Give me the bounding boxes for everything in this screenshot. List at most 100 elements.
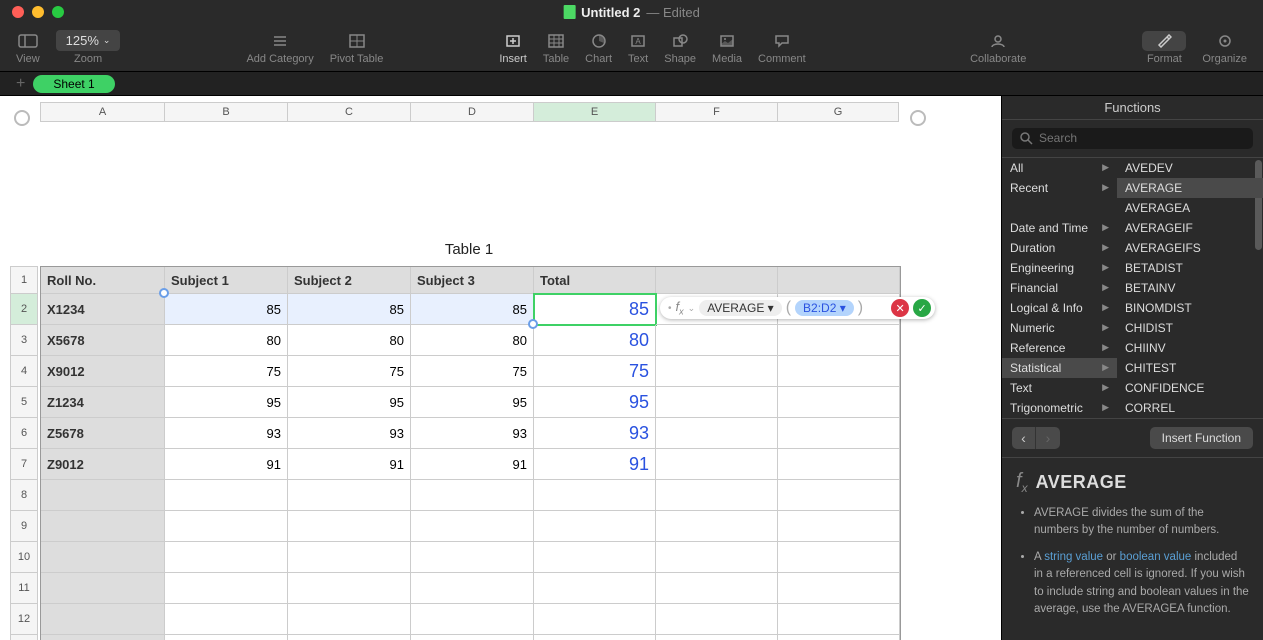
cell[interactable] [534,511,656,542]
add-category-button[interactable]: Add Category [238,29,321,67]
selection-handle-start[interactable] [159,288,169,298]
cell[interactable] [656,604,778,635]
function-item[interactable]: AVERAGEIF [1117,218,1263,238]
row-header-9[interactable]: 9 [10,510,38,541]
cell[interactable] [778,356,900,387]
cell[interactable]: 75 [534,356,656,387]
cell[interactable]: 85 [165,294,288,325]
string-value-link[interactable]: string value [1044,551,1103,563]
category-item[interactable] [1002,198,1117,218]
formula-confirm-button[interactable]: ✓ [913,299,931,317]
dropdown-icon[interactable]: ⌄ [688,303,696,314]
cell[interactable] [656,635,778,640]
cell[interactable] [288,480,411,511]
add-sheet-button[interactable]: + [8,75,33,93]
cell[interactable] [165,480,288,511]
cell[interactable] [411,511,534,542]
category-item[interactable]: Date and Time▶ [1002,218,1117,238]
cell[interactable] [778,573,900,604]
function-item[interactable]: AVERAGEA [1117,198,1263,218]
cell[interactable] [534,604,656,635]
cell[interactable]: 93 [411,418,534,449]
close-window-button[interactable] [12,6,24,18]
cell[interactable] [778,418,900,449]
cell[interactable]: X9012 [41,356,165,387]
row-header-13[interactable]: 13 [10,634,38,640]
sheet-tab[interactable]: Sheet 1 [33,75,114,93]
category-item[interactable]: Text▶ [1002,378,1117,398]
cell[interactable] [656,449,778,480]
cell[interactable] [411,542,534,573]
cell[interactable] [656,573,778,604]
cell[interactable] [778,635,900,640]
insert-function-button[interactable]: Insert Function [1150,427,1253,449]
table-add-column-handle[interactable] [910,110,926,126]
function-item[interactable]: BINOMDIST [1117,298,1263,318]
header-cell[interactable] [778,267,900,294]
cell[interactable]: X1234 [41,294,165,325]
cell[interactable]: 91 [165,449,288,480]
function-search-input[interactable] [1039,131,1245,145]
cell[interactable]: Z9012 [41,449,165,480]
row-header-2[interactable]: 2 [10,293,38,324]
column-header-b[interactable]: B [164,102,287,122]
comment-button[interactable]: Comment [750,29,814,67]
cell[interactable] [165,511,288,542]
cell[interactable] [165,542,288,573]
cell[interactable] [411,573,534,604]
formula-function-token[interactable]: AVERAGE ▾ [699,300,782,316]
cell[interactable] [288,604,411,635]
cell[interactable]: 91 [411,449,534,480]
cell[interactable] [656,387,778,418]
formula-editor[interactable]: • fx ⌄ AVERAGE ▾ ( B2:D2 ▾ ) ✕ ✓ [660,297,935,319]
boolean-value-link[interactable]: boolean value [1120,551,1192,563]
cell[interactable] [411,604,534,635]
function-item[interactable]: BETADIST [1117,258,1263,278]
format-button[interactable]: Format [1134,29,1194,67]
zoom-control[interactable]: 125%⌄ Zoom [48,29,129,67]
cell[interactable] [656,418,778,449]
cell[interactable] [165,604,288,635]
cell[interactable]: 95 [288,387,411,418]
pivot-table-button[interactable]: Pivot Table [322,29,392,67]
cell[interactable] [411,635,534,640]
column-header-e[interactable]: E [533,102,655,122]
collaborate-button[interactable]: Collaborate [962,29,1034,67]
formula-cancel-button[interactable]: ✕ [891,299,909,317]
cell[interactable]: 75 [165,356,288,387]
category-item[interactable]: Logical & Info▶ [1002,298,1117,318]
row-header-7[interactable]: 7 [10,448,38,479]
media-button[interactable]: Media [704,29,750,67]
cell[interactable] [778,387,900,418]
function-item[interactable]: CHIDIST [1117,318,1263,338]
shape-button[interactable]: Shape [656,29,704,67]
row-header-3[interactable]: 3 [10,324,38,355]
insert-button[interactable]: Insert [491,29,535,67]
cell[interactable]: X5678 [41,325,165,356]
selection-handle-end[interactable] [528,319,538,329]
fullscreen-window-button[interactable] [52,6,64,18]
table-origin-handle[interactable] [14,110,30,126]
column-header-f[interactable]: F [655,102,777,122]
cell[interactable]: 85 [411,294,534,325]
cell[interactable] [288,635,411,640]
cell[interactable] [288,542,411,573]
cell[interactable] [41,542,165,573]
row-header-8[interactable]: 8 [10,479,38,510]
category-item[interactable]: Recent▶ [1002,178,1117,198]
row-header-5[interactable]: 5 [10,386,38,417]
header-cell[interactable]: Total [534,267,656,294]
cell[interactable] [656,542,778,573]
function-item[interactable]: CORREL [1117,398,1263,418]
header-cell[interactable]: Subject 3 [411,267,534,294]
cell[interactable]: 80 [411,325,534,356]
cell[interactable]: 75 [288,356,411,387]
table-title[interactable]: Table 1 [40,241,898,258]
nav-back-button[interactable]: ‹ [1012,427,1036,449]
cell[interactable] [41,480,165,511]
cell[interactable]: 93 [534,418,656,449]
cell[interactable] [656,511,778,542]
column-header-d[interactable]: D [410,102,533,122]
function-item[interactable]: CHITEST [1117,358,1263,378]
cell[interactable] [288,573,411,604]
